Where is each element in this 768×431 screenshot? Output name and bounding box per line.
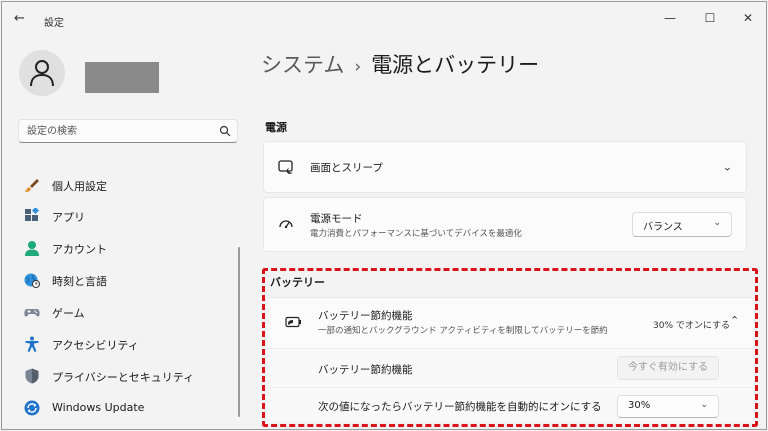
section-label-power: 電源 [265,121,287,134]
person-icon [30,60,54,87]
battery-saver-status: 30% でオンにする [653,321,730,331]
auto-on-label: 次の値になったらバッテリー節約機能を自動的にオンにする [318,401,602,413]
battery-saver-title: バッテリー節約機能 [318,310,413,322]
power-mode-title: 電源モード [310,213,363,225]
battery-saver-now-row: バッテリー節約機能 今すぐ有効にする [268,348,753,387]
sidebar-item-label: アクセシビリティ [52,339,139,352]
turn-on-now-button[interactable]: 今すぐ有効にする [617,356,719,380]
sidebar-item-label: アプリ [52,211,85,224]
screen-sleep-icon [278,160,293,174]
sidebar-item-privacy-security[interactable]: プライバシーとセキュリティ [22,365,232,387]
battery-saver-header[interactable]: バッテリー節約機能 一部の通知とバックグラウンド アクティビティを制限してバッテ… [268,297,753,348]
chevron-down-icon[interactable]: ⌄ [723,161,732,174]
sidebar-item-label: Windows Update [52,401,145,414]
screen-sleep-title: 画面とスリープ [310,162,383,174]
accessibility-icon [25,336,39,352]
back-button[interactable]: ← [14,11,32,27]
sidebar-item-apps[interactable]: アプリ [22,205,232,227]
power-mode-card: 電源モード 電力消費とパフォーマンスに基づいてデバイスを最適化 バランス ⌄ [263,197,747,252]
battery-saver-now-label: バッテリー節約機能 [318,364,413,376]
battery-saver-description: 一部の通知とバックグラウンド アクティビティを制限してバッテリーを節約 [318,326,608,336]
maximize-button[interactable]: ☐ [700,8,720,28]
app-title: 設定 [44,18,64,29]
chevron-down-icon: ⌄ [700,400,708,410]
sidebar-item-label: 時刻と言語 [52,275,107,288]
power-mode-description: 電力消費とパフォーマンスに基づいてデバイスを最適化 [310,229,522,239]
auto-on-threshold-dropdown[interactable]: 30% ⌄ [617,395,719,418]
globe-clock-icon [24,273,40,288]
sidebar-item-personalization[interactable]: 個人用設定 [22,174,232,196]
screen-sleep-card[interactable]: 画面とスリープ ⌄ [263,141,747,193]
breadcrumb-separator: › [354,57,362,77]
breadcrumb-parent[interactable]: システム [261,53,344,77]
sidebar-item-label: プライバシーとセキュリティ [52,371,195,384]
shield-icon [25,368,39,384]
search-box[interactable] [18,119,238,143]
breadcrumb: システム › 電源とバッテリー [261,49,539,79]
account-icon [25,241,39,256]
apps-icon [25,208,40,221]
close-button[interactable]: ✕ [738,8,758,28]
title-bar: ← 設定 — ☐ ✕ [2,2,766,36]
search-input[interactable] [27,124,207,138]
auto-on-threshold-value: 30% [628,400,651,411]
power-mode-icon [279,219,293,228]
sidebar-item-time-language[interactable]: 時刻と言語 [22,269,232,291]
sidebar-item-label: ゲーム [52,307,85,320]
windows-update-icon [24,400,40,416]
section-label-battery: バッテリー [270,276,325,289]
gamepad-icon [24,309,40,317]
sidebar-item-windows-update[interactable]: Windows Update [22,397,232,419]
avatar[interactable] [19,50,65,96]
sidebar-item-gaming[interactable]: ゲーム [22,301,232,323]
sidebar-item-label: アカウント [52,243,107,256]
paintbrush-icon [25,179,39,192]
chevron-up-icon[interactable]: ⌃ [730,314,739,327]
sidebar-item-label: 個人用設定 [52,180,107,193]
sidebar-scrollbar[interactable] [238,247,240,417]
chevron-down-icon: ⌄ [713,218,721,228]
battery-saver-auto-row: 次の値になったらバッテリー節約機能を自動的にオンにする 30% ⌄ [268,387,753,422]
settings-window: ← 設定 — ☐ ✕ 個人用設定 アプリ [1,1,767,430]
page-title: 電源とバッテリー [371,53,540,77]
minimize-button[interactable]: — [660,8,680,28]
sidebar-item-accounts[interactable]: アカウント [22,237,232,259]
power-mode-value: バランス [643,222,683,233]
battery-saver-group: バッテリー節約機能 一部の通知とバックグラウンド アクティビティを制限してバッテ… [268,297,753,422]
sidebar-item-accessibility[interactable]: アクセシビリティ [22,333,232,355]
battery-saver-icon [285,316,301,328]
redacted-username [85,62,159,93]
search-icon[interactable] [219,125,231,137]
power-mode-dropdown[interactable]: バランス ⌄ [632,212,732,237]
